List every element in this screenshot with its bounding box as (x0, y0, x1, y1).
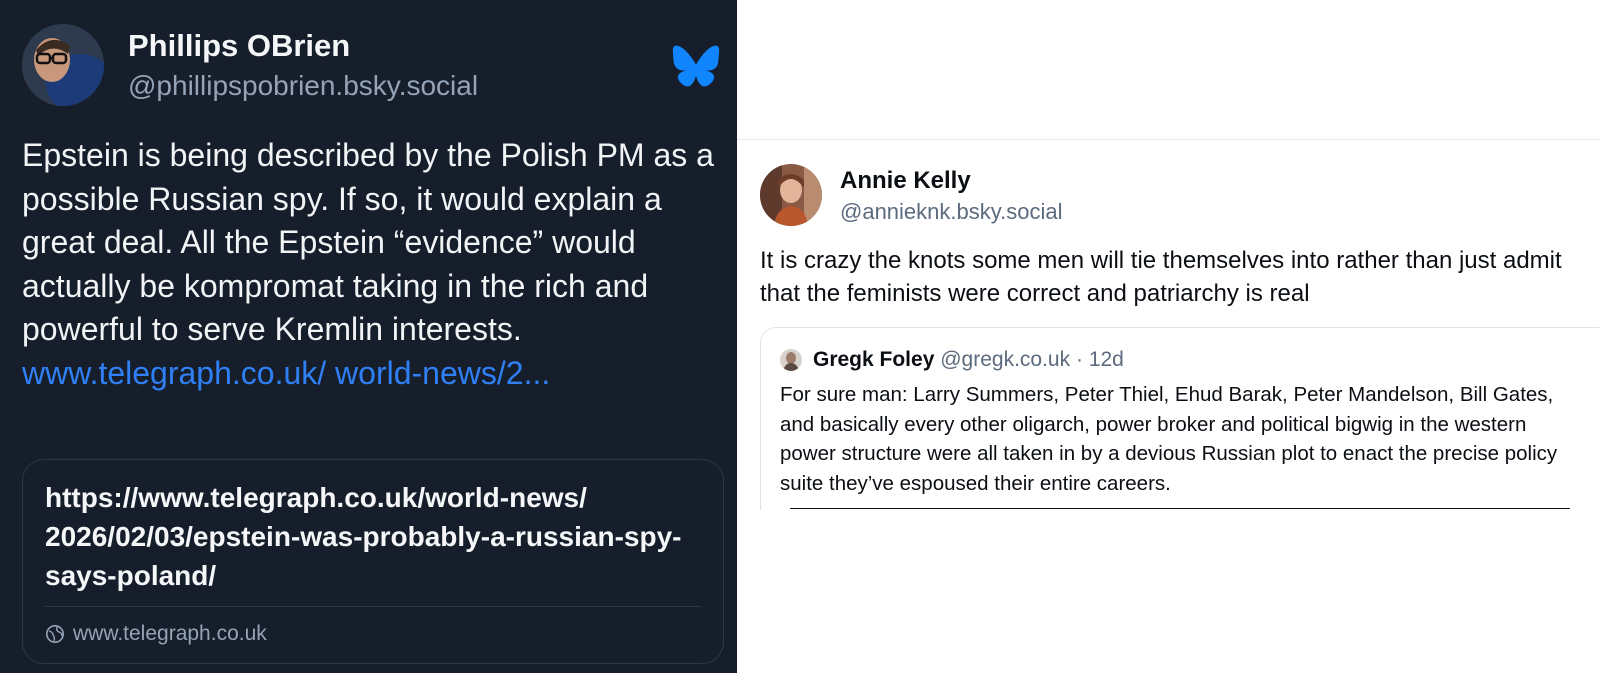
link-card-divider (45, 606, 701, 607)
post-text: It is crazy the knots some men will tie … (760, 247, 1562, 307)
quoted-author-avatar[interactable] (780, 349, 802, 371)
link-card-domain: www.telegraph.co.uk (73, 622, 267, 645)
author-handle[interactable]: @phillipspobrien.bsky.social (128, 70, 478, 102)
time-separator: · (1075, 348, 1083, 371)
author-avatar[interactable] (760, 164, 822, 226)
quoted-post-time: 12d (1088, 348, 1124, 371)
author-name[interactable]: Phillips OBrien (128, 28, 350, 64)
post-text: Epstein is being described by the Polish… (22, 137, 714, 347)
quoted-post-bottom-edge (790, 508, 1570, 509)
quoted-author-handle[interactable]: @gregk.co.uk (940, 348, 1070, 371)
globe-icon (46, 625, 64, 643)
left-post: Phillips OBrien @phillipspobrien.bsky.so… (0, 0, 737, 673)
bluesky-butterfly-icon (672, 44, 720, 88)
link-card-domain-row: www.telegraph.co.uk (45, 622, 267, 646)
author-avatar[interactable] (22, 24, 104, 106)
quoted-author-name[interactable]: Gregk Foley (813, 348, 934, 371)
post-body: Epstein is being described by the Polish… (22, 134, 722, 395)
quoted-post-text: For sure man: Larry Summers, Peter Thiel… (780, 383, 1558, 495)
author-handle[interactable]: @annieknk.bsky.social (840, 199, 1062, 225)
link-card[interactable]: https://www.telegraph.co.uk/world-news/ … (22, 459, 724, 664)
right-top-divider (737, 139, 1600, 140)
quoted-post[interactable]: Gregk Foley @gregk.co.uk · 12d For sure … (760, 327, 1600, 510)
post-link[interactable]: www.telegraph.co.uk/ world-news/2... (22, 355, 550, 391)
link-card-title[interactable]: https://www.telegraph.co.uk/world-news/ … (45, 478, 685, 595)
author-name[interactable]: Annie Kelly (840, 167, 971, 195)
quoted-post-header: Gregk Foley @gregk.co.uk · 12d (813, 348, 1124, 372)
